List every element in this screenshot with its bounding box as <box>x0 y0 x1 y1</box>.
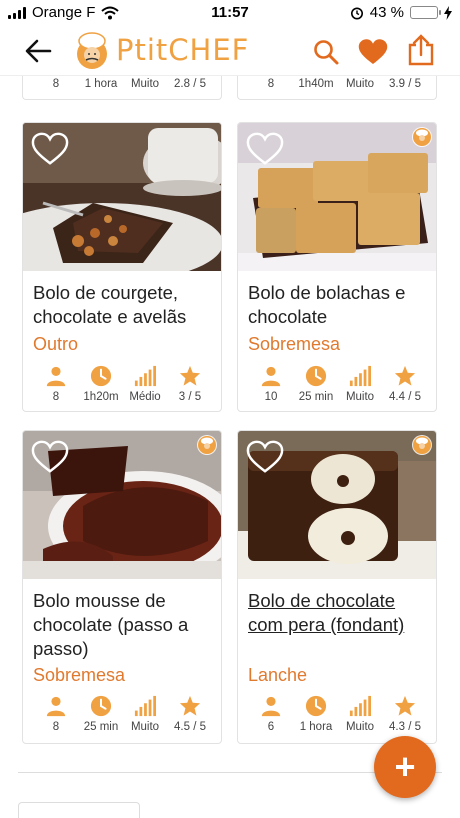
clock-icon <box>305 695 327 717</box>
recipe-title[interactable]: Bolo de bolachas e chocolate <box>248 281 432 329</box>
star-icon <box>179 365 201 387</box>
servings-value: 8 <box>52 391 60 403</box>
difficulty-value: Muito <box>345 721 375 733</box>
servings-value: 6 <box>267 721 275 733</box>
favorite-heart-icon[interactable] <box>31 439 69 475</box>
clock-icon <box>90 365 112 387</box>
time-value: 25 min <box>298 391 334 403</box>
next-section-box[interactable] <box>18 802 140 818</box>
recipe-title[interactable]: Bolo mousse de chocolate (passo a passo) <box>33 589 217 661</box>
servings-value: 8 <box>267 78 275 90</box>
rating-value: 3 / 5 <box>178 391 202 403</box>
servings-icon <box>45 695 67 717</box>
app-bar: PtitCHEF <box>0 26 460 76</box>
back-arrow-icon[interactable] <box>24 38 52 64</box>
recipe-stats: 10 25 min Muito 4.4 / 5 <box>238 365 436 409</box>
recipe-card-partial[interactable]: 8 1h40m Muito 3.9 / 5 <box>237 76 437 100</box>
favorite-heart-icon[interactable] <box>246 131 284 167</box>
recipe-title[interactable]: Bolo de chocolate com pera (fondant) <box>248 589 432 637</box>
chef-badge-icon <box>197 435 217 455</box>
recipe-photo[interactable] <box>23 123 221 271</box>
recipe-stats: 8 25 min Muito 4.5 / 5 <box>23 695 221 739</box>
difficulty-icon <box>134 365 156 387</box>
servings-value: 8 <box>52 721 60 733</box>
recipe-card[interactable]: Bolo de courgete, chocolate e avelãs Out… <box>22 122 222 412</box>
clock-icon <box>305 365 327 387</box>
difficulty-value: Médio <box>129 391 161 403</box>
battery-icon <box>410 6 441 19</box>
plus-icon: + <box>394 746 416 787</box>
recipe-category: Sobremesa <box>33 665 126 685</box>
difficulty-value: Muito <box>130 721 160 733</box>
logo-text: PtitCHEF <box>116 33 250 67</box>
servings-icon <box>260 695 282 717</box>
servings-icon <box>45 365 67 387</box>
recipe-card[interactable]: Bolo de chocolate com pera (fondant) Lan… <box>237 430 437 744</box>
time-value: 1h20m <box>83 391 119 403</box>
chef-mascot-icon <box>77 32 107 69</box>
share-icon[interactable] <box>408 34 434 66</box>
search-icon[interactable] <box>312 38 340 66</box>
time-value: 1 hora <box>84 78 118 90</box>
status-bar: Orange F 11:57 43 % <box>0 0 460 26</box>
recipe-card[interactable]: Bolo mousse de chocolate (passo a passo)… <box>22 430 222 744</box>
servings-value: 10 <box>264 391 278 403</box>
recipe-list[interactable]: 8 1 hora Muito 2.8 / 5 8 1h40m Muito 3.9… <box>0 76 460 818</box>
star-icon <box>179 695 201 717</box>
recipe-stats: 8 1h20m Médio 3 / 5 <box>23 365 221 409</box>
add-recipe-button[interactable]: + <box>374 736 436 798</box>
time-value: 1 hora <box>299 721 333 733</box>
rating-value: 3.9 / 5 <box>389 78 421 90</box>
recipe-title[interactable]: Bolo de courgete, chocolate e avelãs <box>33 281 217 329</box>
recipe-photo[interactable] <box>238 123 436 271</box>
battery-percent: 43 % <box>369 4 404 21</box>
rating-value: 4.5 / 5 <box>174 721 206 733</box>
recipe-card-partial[interactable]: 8 1 hora Muito 2.8 / 5 <box>22 76 222 100</box>
time-value: 25 min <box>83 721 119 733</box>
recipe-photo[interactable] <box>238 431 436 579</box>
recipe-photo[interactable] <box>23 431 221 579</box>
charging-icon <box>444 5 452 20</box>
chef-badge-icon <box>412 435 432 455</box>
time-value: 1h40m <box>298 78 334 90</box>
star-icon <box>394 695 416 717</box>
servings-icon <box>260 365 282 387</box>
favorite-heart-icon[interactable] <box>246 439 284 475</box>
alarm-icon <box>350 7 363 19</box>
difficulty-icon <box>349 695 371 717</box>
favorite-heart-icon[interactable] <box>31 131 69 167</box>
favorites-heart-icon[interactable] <box>358 38 388 66</box>
chef-badge-icon <box>412 127 432 147</box>
recipe-category: Sobremesa <box>248 334 341 354</box>
difficulty-value: Muito <box>345 78 375 90</box>
rating-value: 2.8 / 5 <box>174 78 206 90</box>
difficulty-value: Muito <box>130 78 160 90</box>
servings-value: 8 <box>52 78 60 90</box>
rating-value: 4.4 / 5 <box>389 391 421 403</box>
clock-icon <box>90 695 112 717</box>
difficulty-icon <box>349 365 371 387</box>
difficulty-icon <box>134 695 156 717</box>
difficulty-value: Muito <box>345 391 375 403</box>
recipe-stats: 6 1 hora Muito 4.3 / 5 <box>238 695 436 739</box>
star-icon <box>394 365 416 387</box>
recipe-card[interactable]: Bolo de bolachas e chocolate Sobremesa 1… <box>237 122 437 412</box>
recipe-category: Outro <box>33 334 79 354</box>
ptitchef-logo[interactable]: PtitCHEF <box>70 30 249 70</box>
rating-value: 4.3 / 5 <box>389 721 421 733</box>
recipe-category: Lanche <box>248 665 308 685</box>
